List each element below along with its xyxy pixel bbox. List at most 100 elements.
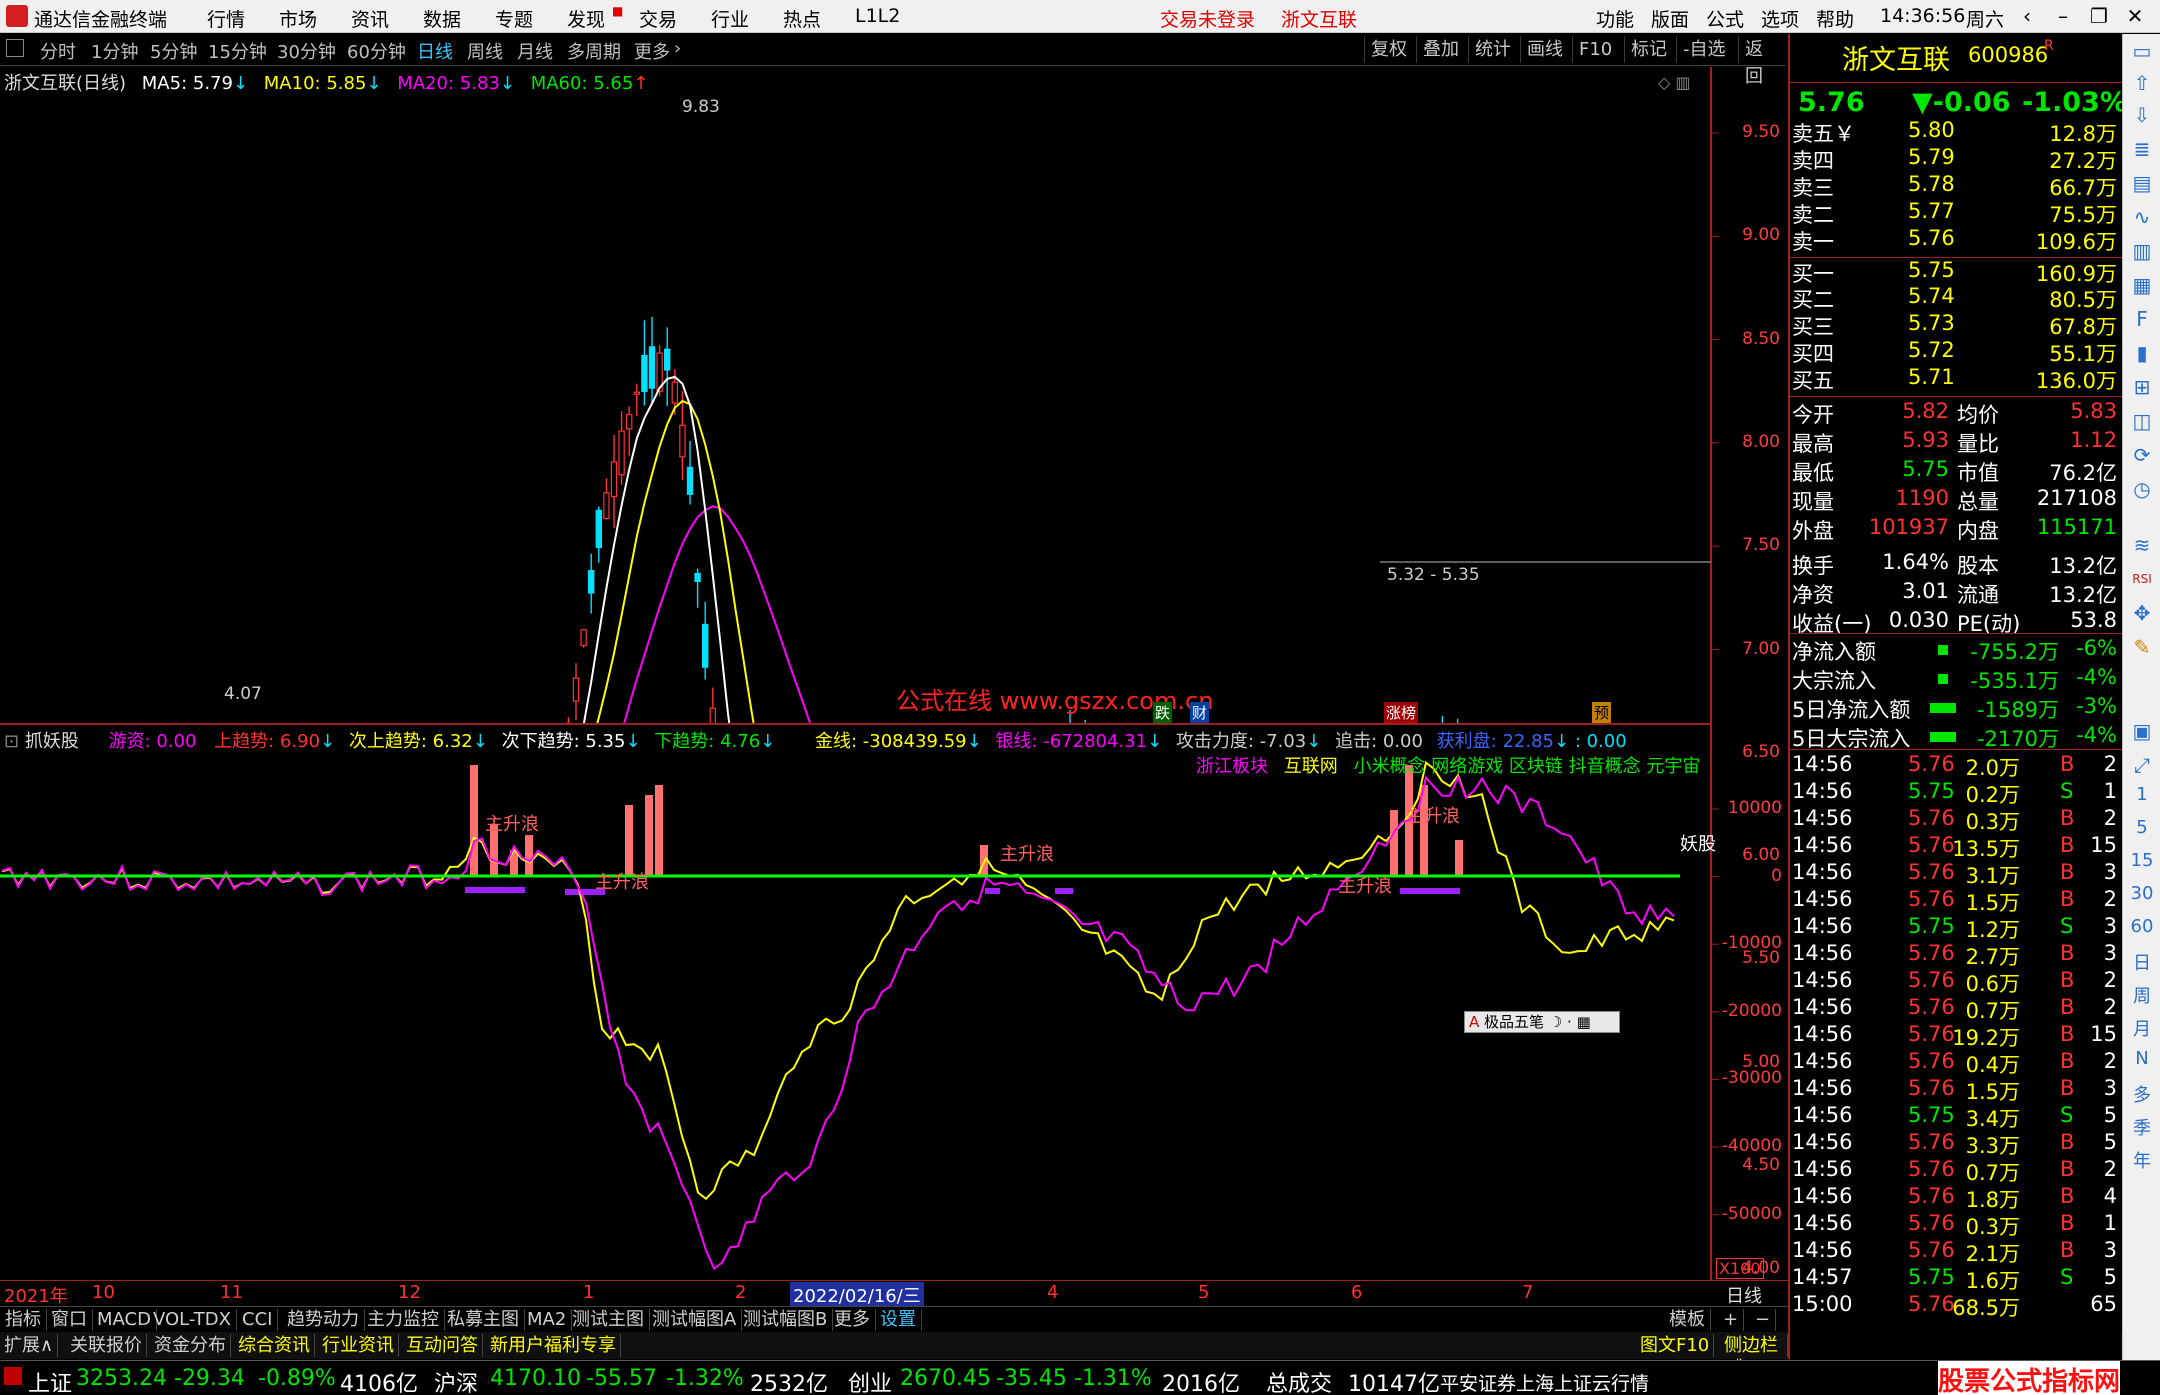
tick-row[interactable]: 14:56 5.76 0.4万 B 2 — [1790, 1049, 2123, 1077]
expand-icon[interactable]: ⤢ — [2129, 752, 2155, 778]
tool-tongji[interactable]: 统计 — [1468, 36, 1517, 63]
minimize-icon[interactable]: – — [2046, 2, 2080, 30]
tick-row[interactable]: 14:56 5.76 3.3万 B 5 — [1790, 1130, 2123, 1158]
tool-huaxian[interactable]: 画线 — [1520, 36, 1569, 63]
bid-row[interactable]: 买四 5.72 55.1万 — [1790, 338, 2123, 366]
chart-settings-icon[interactable]: ◇ ▥ — [1658, 73, 1691, 92]
list-icon[interactable]: ≣ — [2129, 136, 2155, 162]
tick-row[interactable]: 14:57 5.75 1.6万 S 5 — [1790, 1265, 2123, 1293]
tick-row[interactable]: 14:56 5.75 1.2万 S 3 — [1790, 914, 2123, 942]
tool-fuquan[interactable]: 复权 — [1364, 36, 1413, 63]
period-shortcut[interactable]: 多 — [2127, 1081, 2157, 1107]
line-chart-icon[interactable]: ∿ — [2129, 204, 2155, 230]
indicator-tab[interactable]: CCI — [237, 1309, 279, 1331]
tick-row[interactable]: 14:56 5.75 3.4万 S 5 — [1790, 1103, 2123, 1131]
info-tab[interactable]: 扩展∧ — [0, 1334, 59, 1357]
tick-row[interactable]: 14:56 5.76 13.5万 B 15 — [1790, 833, 2123, 861]
kline-icon[interactable]: ▥ — [2129, 238, 2155, 264]
period-day[interactable]: 日线 — [417, 38, 453, 64]
menu-faxian[interactable]: 发现 — [567, 5, 605, 32]
sidebar-toggle-button[interactable]: 侧边栏 《 — [1720, 1334, 1788, 1379]
fs-icon[interactable]: ◫ — [2129, 408, 2155, 434]
kline-chart[interactable]: 浙文互联(日线) MA5: 5.79↓ MA10: 5.85↓ MA20: 5.… — [0, 67, 1788, 1278]
period-shortcut[interactable]: 月 — [2127, 1015, 2157, 1041]
restore-icon[interactable]: ❐ — [2082, 2, 2116, 30]
table-icon[interactable]: ▤ — [2129, 170, 2155, 196]
menu-gongshi[interactable]: 公式 — [1706, 5, 1744, 32]
bid-row[interactable]: 买五 5.71 136.0万 — [1790, 365, 2123, 393]
period-shortcut[interactable]: 5 — [2127, 817, 2157, 838]
period-shortcut[interactable]: 年 — [2127, 1147, 2157, 1173]
close-icon[interactable]: ✕ — [2118, 2, 2152, 30]
period-shortcut[interactable]: 季 — [2127, 1114, 2157, 1140]
menu-hangye[interactable]: 行业 — [711, 5, 749, 32]
info-tab[interactable]: 关联报价 — [66, 1334, 147, 1357]
period-multi[interactable]: 多周期 — [567, 38, 621, 64]
tick-row[interactable]: 14:56 5.76 2.7万 B 3 — [1790, 941, 2123, 969]
tick-row[interactable]: 14:56 5.76 1.5万 B 2 — [1790, 887, 2123, 915]
tick-row[interactable]: 14:56 5.76 0.3万 B 1 — [1790, 1211, 2123, 1239]
info-tab[interactable]: 新用户福利专享 — [486, 1334, 621, 1357]
period-shortcut[interactable]: 30 — [2127, 883, 2157, 904]
tick-row[interactable]: 14:56 5.76 2.0万 B 2 — [1790, 752, 2123, 780]
tool-fanhui[interactable]: 返回 — [1738, 36, 1786, 87]
indicator-tab[interactable]: 私募主图 — [442, 1309, 525, 1331]
menu-redian[interactable]: 热点 — [783, 5, 821, 32]
indicator-settings-icon[interactable]: ⊡ — [4, 731, 19, 752]
tick-row[interactable]: 14:56 5.75 0.2万 S 1 — [1790, 779, 2123, 807]
indicator-tab[interactable]: 设置 — [875, 1309, 922, 1331]
tick-row[interactable]: 14:56 5.76 0.7万 B 2 — [1790, 995, 2123, 1023]
menu-l1l2[interactable]: L1L2 — [855, 5, 900, 27]
clock-icon[interactable]: ◷ — [2129, 476, 2155, 502]
fs-chart-icon[interactable]: ▣ — [2129, 718, 2155, 744]
tool-f10[interactable]: F10 — [1572, 36, 1618, 63]
event-tag-zhangbang[interactable]: 涨榜 — [1384, 702, 1419, 723]
move-icon[interactable]: ✥ — [2129, 600, 2155, 626]
period-1min[interactable]: 1分钟 — [91, 38, 138, 64]
info-tab[interactable]: 行业资讯 — [318, 1334, 399, 1357]
period-30min[interactable]: 30分钟 — [277, 38, 336, 64]
f10-icon[interactable]: F — [2129, 306, 2155, 332]
menu-jiaoyi[interactable]: 交易 — [639, 5, 677, 32]
doc-icon[interactable]: ▭ — [2129, 38, 2155, 64]
grid-icon[interactable]: ▦ — [2129, 272, 2155, 298]
event-tag-yu[interactable]: 预 — [1592, 702, 1612, 723]
tick-row[interactable]: 14:56 5.76 1.8万 B 4 — [1790, 1184, 2123, 1212]
tick-row[interactable]: 14:56 5.76 19.2万 B 15 — [1790, 1022, 2123, 1050]
tab-add-icon[interactable]: + — [1718, 1309, 1745, 1331]
period-shortcut[interactable]: 日 — [2127, 949, 2157, 975]
menu-hangqing[interactable]: 行情 — [207, 5, 245, 32]
period-shortcut[interactable]: 15 — [2127, 850, 2157, 871]
period-shortcut[interactable]: 60 — [2127, 916, 2157, 937]
menu-shuju[interactable]: 数据 — [423, 5, 461, 32]
period-fenshi[interactable]: 分时 — [40, 38, 76, 64]
tool-diejia[interactable]: 叠加 — [1416, 36, 1465, 63]
event-tag-cai[interactable]: 财 — [1190, 702, 1210, 723]
ask-row[interactable]: 卖二 5.77 75.5万 — [1790, 199, 2123, 227]
indicator-tab[interactable]: 窗口 — [46, 1309, 93, 1331]
period-15min[interactable]: 15分钟 — [208, 38, 267, 64]
tick-row[interactable]: 14:56 5.76 3.1万 B 3 — [1790, 860, 2123, 888]
menu-gongneng[interactable]: 功能 — [1596, 5, 1634, 32]
period-shortcut[interactable]: N — [2127, 1048, 2157, 1069]
period-shortcut[interactable]: 1 — [2127, 784, 2157, 805]
hs-name[interactable]: 沪深 — [434, 1366, 478, 1395]
tick-row[interactable]: 14:56 5.76 0.6万 B 2 — [1790, 968, 2123, 996]
trade-login-status[interactable]: 交易未登录 — [1160, 5, 1255, 32]
arrow-down-icon[interactable]: ⇩ — [2129, 102, 2155, 128]
bars-icon[interactable]: ▮ — [2129, 340, 2155, 366]
period-shortcut[interactable]: 周 — [2127, 982, 2157, 1008]
ime-moon-icon[interactable]: ☽ · ▦ — [1549, 1013, 1591, 1031]
tick-row[interactable]: 14:56 5.76 0.7万 B 2 — [1790, 1157, 2123, 1185]
tick-row[interactable]: 14:56 5.76 0.3万 B 2 — [1790, 806, 2123, 834]
tick-row[interactable]: 14:56 5.76 1.5万 B 3 — [1790, 1076, 2123, 1104]
ask-row[interactable]: 卖五￥ 5.80 12.8万 — [1790, 118, 2123, 146]
indicator-tab[interactable]: 更多 — [829, 1309, 876, 1331]
concept-list[interactable]: 小米概念 网络游戏 区块链 抖音概念 元宇宙 — [1353, 756, 1700, 777]
menu-zhuanti[interactable]: 专题 — [495, 5, 533, 32]
arrow-up-icon[interactable]: ⇧ — [2129, 70, 2155, 96]
compare-icon[interactable]: ⊞ — [2129, 374, 2155, 400]
sh-name[interactable]: 上证 — [28, 1366, 72, 1395]
bid-row[interactable]: 买一 5.75 160.9万 — [1790, 257, 2123, 286]
indicator-tab[interactable]: VOL-TDX — [148, 1309, 237, 1331]
